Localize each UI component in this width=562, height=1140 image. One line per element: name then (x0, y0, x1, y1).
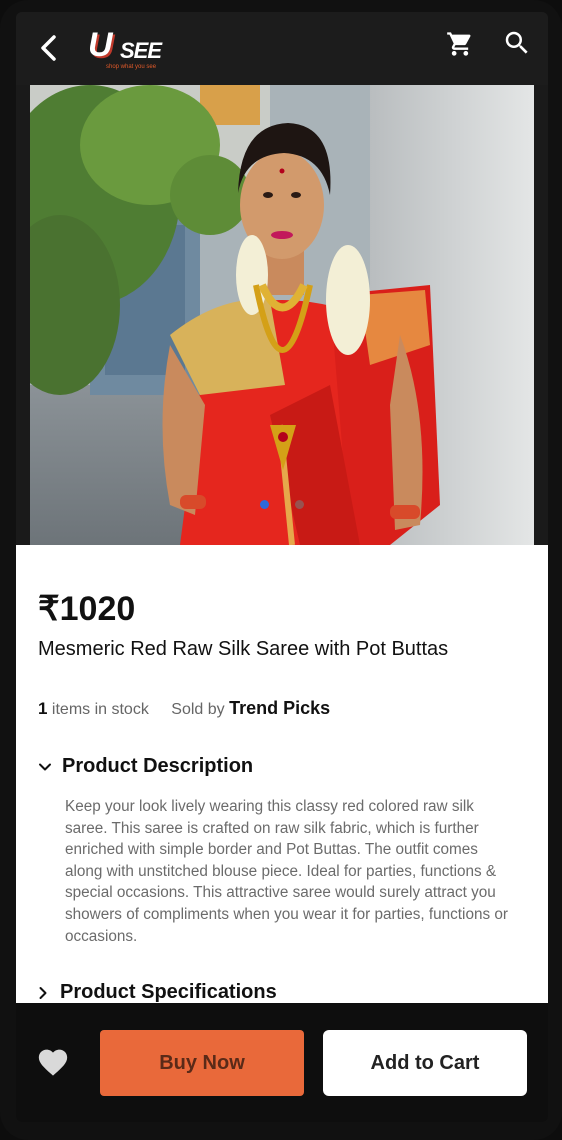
chevron-right-icon (39, 986, 47, 999)
top-app-bar: U SEE shop what you see (16, 12, 548, 85)
cart-icon (447, 32, 471, 56)
carousel-indicator (30, 500, 534, 509)
product-description-heading: Product Description (62, 755, 254, 777)
back-button[interactable] (34, 30, 66, 66)
product-description-toggle[interactable]: Product Description (38, 755, 253, 778)
product-image-carousel[interactable] (30, 85, 534, 545)
logo-see: SEE (120, 38, 162, 63)
brand-logo[interactable]: U SEE shop what you see (86, 20, 196, 78)
carousel-dot-active[interactable] (260, 500, 269, 509)
product-details: ₹1020 Mesmeric Red Raw Silk Saree with P… (16, 545, 548, 1003)
cart-button[interactable] (446, 30, 474, 58)
logo-tagline: shop what you see (106, 64, 157, 70)
product-specifications-heading: Product Specifications (60, 981, 277, 1003)
carousel-dot[interactable] (295, 500, 304, 509)
seller-name[interactable]: Trend Picks (229, 698, 330, 718)
back-arrow-icon (41, 35, 56, 61)
buy-now-button[interactable]: Buy Now (100, 1030, 304, 1096)
logo-u: U (88, 26, 113, 64)
stock-seller-row: 1 items in stock Sold by Trend Picks (38, 698, 330, 719)
product-price: ₹1020 (38, 590, 136, 628)
app-screen: U SEE shop what you see ₹1020 Mesmeric R… (16, 12, 548, 1122)
product-description-text: Keep your look lively wearing this class… (65, 798, 508, 945)
search-icon (505, 31, 528, 54)
sold-by-label: Sold by (171, 701, 230, 718)
bottom-action-bar: Buy Now Add to Cart (16, 1003, 548, 1122)
favorite-button[interactable] (36, 1045, 70, 1077)
product-specifications-toggle[interactable]: Product Specifications (36, 981, 277, 1003)
product-title: Mesmeric Red Raw Silk Saree with Pot But… (38, 638, 449, 660)
heart-icon (38, 1049, 68, 1076)
product-photo (30, 85, 534, 545)
add-to-cart-button[interactable]: Add to Cart (323, 1030, 527, 1096)
stock-label: items in stock (47, 701, 149, 718)
chevron-down-icon (39, 763, 51, 770)
search-button[interactable] (502, 28, 532, 58)
